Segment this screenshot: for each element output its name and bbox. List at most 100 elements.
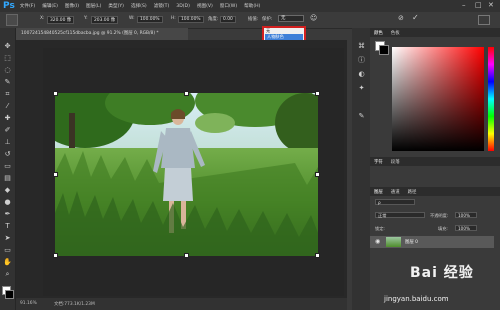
angle-label: 角度: [208,17,219,22]
tab-paths[interactable]: 路径 [404,189,421,195]
hand-tool-icon[interactable]: ✋ [3,258,12,266]
y-field[interactable]: 203.00 像 [91,16,119,24]
dodge-tool-icon[interactable]: ● [3,198,12,206]
minimize-icon[interactable]: – [462,1,466,9]
eyedropper-tool-icon[interactable]: ⁄ [3,102,12,110]
shape-tool-icon[interactable]: ▭ [3,246,12,254]
menu-edit[interactable]: 编辑(E) [42,3,58,9]
protect-dropdown[interactable]: 无 [278,15,304,22]
warp-label: 保护: [262,17,273,22]
path-select-tool-icon[interactable]: ➤ [3,234,12,242]
w-label: W: [129,16,135,21]
fill-label: 填充: [438,226,448,231]
menu-3d[interactable]: 3D(D) [176,4,190,9]
workspace-switcher-icon[interactable] [478,15,490,25]
menu-layer[interactable]: 图层(L) [86,3,101,9]
character-panel: 字符 段落 [370,157,500,173]
color-panel-tabs: 颜色 色板 [370,28,500,37]
menu-file[interactable]: 文件(F) [20,3,35,9]
transform-handle-br[interactable] [315,253,320,258]
quick-select-tool-icon[interactable]: ✎ [3,78,12,86]
h-field[interactable]: 100.00% [178,16,204,23]
layer-row[interactable]: ◉ 图层 0 [370,236,494,248]
w-field[interactable]: 100.00% [137,16,163,23]
options-bar: X: 320.00 像 Y: 203.00 像 W: 100.00% H: 10… [0,12,500,29]
brush-panel-icon[interactable]: ✎ [357,112,366,120]
menu-type[interactable]: 类型(Y) [108,3,124,9]
hue-slider[interactable] [488,47,494,151]
eraser-tool-icon[interactable]: ▭ [3,162,12,170]
watermark: Bai 经验 jingyan.baidu.com [384,262,500,308]
transform-handle-bl[interactable] [53,253,58,258]
maximize-icon[interactable]: □ [475,1,482,9]
commit-transform-icon[interactable]: ✓ [412,13,419,22]
watermark-title: Bai 经验 [410,265,474,281]
menu-bar: Ps 文件(F) 编辑(E) 图像(I) 图层(L) 类型(Y) 选择(S) 滤… [0,0,500,12]
angle-field[interactable]: 0.00 [220,16,236,23]
cancel-transform-icon[interactable]: ⊘ [398,14,404,22]
layer-kind-filter[interactable]: ρ [375,199,415,205]
tab-paragraph[interactable]: 段落 [387,159,404,165]
styles-panel-icon[interactable]: ✦ [357,84,366,92]
h-label: H: [171,16,176,21]
tab-channels[interactable]: 通道 [387,189,404,195]
history-panel-icon[interactable]: ⌘ [357,42,366,50]
zoom-tool-icon[interactable]: ⌕ [3,270,12,278]
interp-label: 插值: [248,17,259,22]
healing-tool-icon[interactable]: ✚ [3,114,12,122]
color-field[interactable] [392,47,484,151]
opacity-label: 不透明度: [430,213,449,218]
crop-tool-icon[interactable]: ⌗ [3,90,12,98]
panel-dock-icons: ⌘ ⓘ ◐ ✦ ✎ [352,28,370,310]
type-tool-icon[interactable]: T [3,222,12,230]
status-bar: 91.16% 文档:773.1K/1.23M [16,298,347,310]
transform-handle-bc[interactable] [184,253,189,258]
move-tool-icon[interactable]: ✥ [3,42,12,50]
tools-panel: ✥ ⬚ ◌ ✎ ⌗ ⁄ ✚ ✐ ⊥ ↺ ▭ ▤ ◆ ● ✒ T ➤ ▭ ✋ ⌕ [0,28,16,310]
properties-panel-icon[interactable]: ⓘ [357,56,366,64]
transform-handle-tr[interactable] [315,91,320,96]
transform-handle-tc[interactable] [184,91,189,96]
fill-field[interactable]: 100% [455,225,477,231]
pen-tool-icon[interactable]: ✒ [3,210,12,218]
close-icon[interactable]: ✕ [488,1,494,9]
gradient-tool-icon[interactable]: ▤ [3,174,12,182]
transform-handle-tl[interactable] [53,91,58,96]
lasso-tool-icon[interactable]: ◌ [3,66,12,74]
menu-view[interactable]: 视图(V) [197,3,213,9]
brush-tool-icon[interactable]: ✐ [3,126,12,134]
zoom-level[interactable]: 91.16% [20,301,37,306]
layer-name[interactable]: 图层 0 [405,239,418,245]
menu-help[interactable]: 帮助(H) [244,3,260,9]
x-field[interactable]: 320.00 像 [47,16,75,24]
transform-tool-icon[interactable] [6,14,18,26]
tab-color[interactable]: 颜色 [370,30,387,36]
clone-stamp-tool-icon[interactable]: ⊥ [3,138,12,146]
transform-handle-ml[interactable] [53,172,58,177]
document-size: 文档:773.1K/1.23M [54,302,95,307]
document-tab[interactable]: 100724154840525cf115dbacba.jpg @ 91.2% (… [16,28,188,40]
tab-layers[interactable]: 图层 [370,189,387,195]
adjustments-panel-icon[interactable]: ◐ [357,70,366,78]
visibility-eye-icon[interactable]: ◉ [375,238,380,245]
layer-thumbnail [386,237,401,247]
person-icon[interactable]: ☺ [310,14,317,22]
menu-image[interactable]: 图像(I) [65,3,79,9]
opacity-field[interactable]: 100% [455,212,477,218]
blur-tool-icon[interactable]: ◆ [3,186,12,194]
marquee-tool-icon[interactable]: ⬚ [3,54,12,62]
tab-swatches[interactable]: 色板 [387,30,404,36]
tab-character[interactable]: 字符 [370,159,387,165]
app-logo: Ps [3,1,15,11]
color-panel: 颜色 色板 [370,28,500,156]
blend-mode-select[interactable]: 正常 [375,212,425,218]
document-photo[interactable] [55,93,318,256]
panel-background-swatch[interactable] [379,45,389,55]
menu-select[interactable]: 选择(S) [131,3,147,9]
menu-filter[interactable]: 滤镜(T) [154,3,170,9]
history-brush-tool-icon[interactable]: ↺ [3,150,12,158]
lock-label: 锁定: [375,226,385,231]
transform-handle-mr[interactable] [315,172,320,177]
background-color-swatch[interactable] [5,290,14,299]
menu-window[interactable]: 窗口(W) [220,3,237,9]
